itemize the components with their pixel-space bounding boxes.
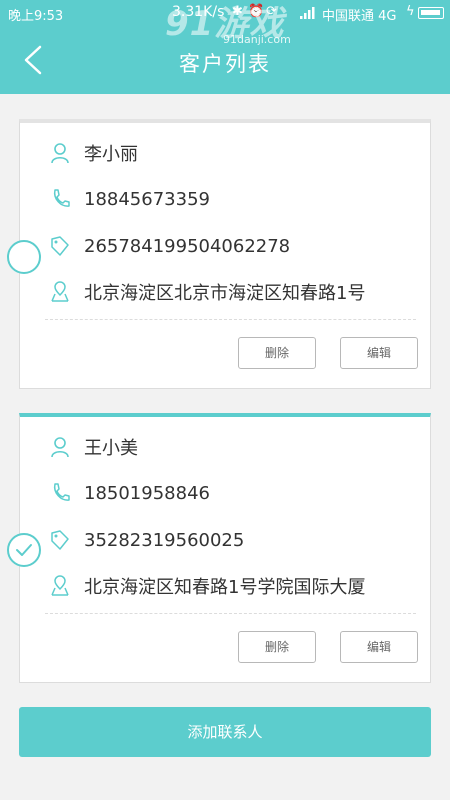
person-icon (51, 143, 69, 164)
tag-icon (51, 236, 69, 256)
edit-button[interactable]: 编辑 (340, 631, 418, 663)
customer-phone-row: 18845673359 (50, 184, 420, 214)
customer-id-number: 35282319560025 (84, 529, 245, 551)
location-icon (51, 575, 69, 596)
carrier-label: 中国联通 4G (322, 9, 397, 24)
signal-icon (300, 7, 315, 19)
person-icon (51, 437, 69, 458)
customer-phone: 18501958846 (84, 482, 210, 504)
checkmark-icon (16, 544, 32, 556)
delete-button[interactable]: 删除 (238, 631, 316, 663)
card-divider (45, 319, 416, 320)
customer-phone-row: 18501958846 (50, 478, 420, 508)
customer-name: 王小美 (84, 438, 138, 459)
charging-icon: ϟ (406, 4, 415, 19)
customer-id-row: 35282319560025 (50, 525, 420, 555)
battery-icon (418, 7, 444, 19)
phone-icon (53, 483, 70, 501)
delete-button[interactable]: 删除 (238, 337, 316, 369)
customer-name-row: 王小美 (50, 432, 420, 462)
customer-address-row: 北京海淀区北京市海淀区知春路1号 (50, 277, 420, 307)
edit-button[interactable]: 编辑 (340, 337, 418, 369)
header-bar: 晚上9:53 3.31K/s ✱ ⏰ ⟳ 中国联通 4G ϟ 91游戏 91da… (0, 0, 450, 94)
add-contact-button[interactable]: 添加联系人 (19, 707, 431, 757)
customer-card-selected: 王小美 18501958846 35282319560025 北京海淀区知春路1… (19, 413, 431, 683)
card-divider (45, 613, 416, 614)
customer-name: 李小丽 (84, 144, 138, 165)
customer-phone: 18845673359 (84, 188, 210, 210)
customer-id-row: 265784199504062278 (50, 231, 420, 261)
watermark-url: 91danji.com (223, 33, 291, 46)
customer-address: 北京海淀区北京市海淀区知春路1号 (84, 283, 366, 304)
customer-id-number: 265784199504062278 (84, 235, 291, 257)
location-icon (51, 281, 69, 302)
customer-card: 李小丽 18845673359 265784199504062278 北京海淀区… (19, 119, 431, 389)
select-radio-checked[interactable] (7, 533, 41, 567)
tag-icon (51, 530, 69, 550)
customer-name-row: 李小丽 (50, 138, 420, 168)
watermark-logo: 91游戏 91danji.com (165, 0, 295, 52)
status-time: 晚上9:53 (8, 9, 64, 24)
customer-address: 北京海淀区知春路1号学院国际大厦 (84, 577, 366, 598)
phone-icon (53, 189, 70, 207)
customer-address-row: 北京海淀区知春路1号学院国际大厦 (50, 571, 420, 601)
select-radio-unchecked[interactable] (7, 240, 41, 274)
page-title: 客户列表 (179, 52, 271, 76)
